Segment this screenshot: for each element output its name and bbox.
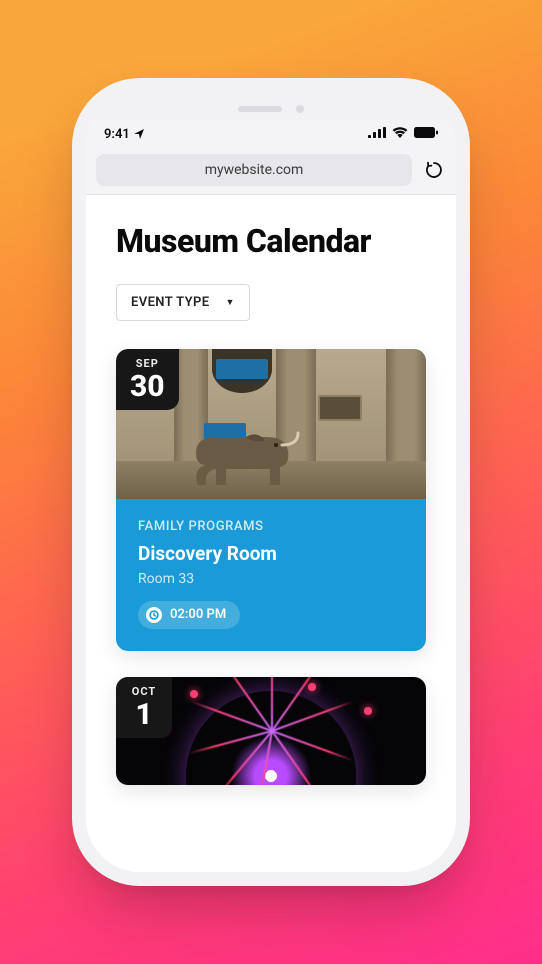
event-month: SEP — [130, 357, 165, 370]
event-body: FAMILY PROGRAMS Discovery Room Room 33 0… — [116, 499, 426, 651]
page-title: Museum Calendar — [116, 223, 426, 260]
phone-frame: 9:41 — [86, 92, 456, 872]
battery-icon — [414, 127, 438, 142]
event-image: SEP 30 — [116, 349, 426, 499]
event-type-filter[interactable]: EVENT TYPE ▼ — [116, 284, 250, 321]
status-bar: 9:41 — [86, 120, 456, 148]
url-field[interactable]: mywebsite.com — [96, 154, 412, 186]
event-card[interactable]: OCT 1 — [116, 677, 426, 785]
url-text: mywebsite.com — [205, 162, 304, 178]
event-time: 02:00 PM — [170, 607, 226, 622]
chevron-down-icon: ▼ — [225, 297, 234, 308]
event-room: Room 33 — [138, 571, 404, 587]
screen: 9:41 — [86, 120, 456, 872]
date-badge: OCT 1 — [116, 677, 172, 738]
event-title: Discovery Room — [138, 542, 404, 565]
page-content[interactable]: Museum Calendar EVENT TYPE ▼ — [86, 195, 456, 872]
date-badge: SEP 30 — [116, 349, 179, 410]
hardware-bar — [86, 102, 456, 116]
event-category: FAMILY PROGRAMS — [138, 519, 404, 534]
clock-icon — [146, 607, 162, 623]
refresh-button[interactable] — [422, 158, 446, 182]
filter-label: EVENT TYPE — [131, 295, 209, 310]
event-month: OCT — [130, 685, 158, 698]
wifi-icon — [392, 127, 408, 142]
front-camera — [296, 105, 304, 113]
cellular-icon — [368, 127, 386, 142]
event-day: 30 — [130, 372, 165, 402]
status-time: 9:41 — [104, 127, 130, 142]
location-icon — [134, 129, 144, 139]
event-image: OCT 1 — [116, 677, 426, 785]
event-card[interactable]: SEP 30 FAMILY PROGRAMS Discovery Room Ro… — [116, 349, 426, 651]
browser-bar: mywebsite.com — [86, 148, 456, 195]
speaker-slot — [238, 106, 282, 112]
event-day: 1 — [130, 700, 158, 730]
event-time-pill: 02:00 PM — [138, 601, 240, 629]
refresh-icon — [425, 161, 443, 179]
